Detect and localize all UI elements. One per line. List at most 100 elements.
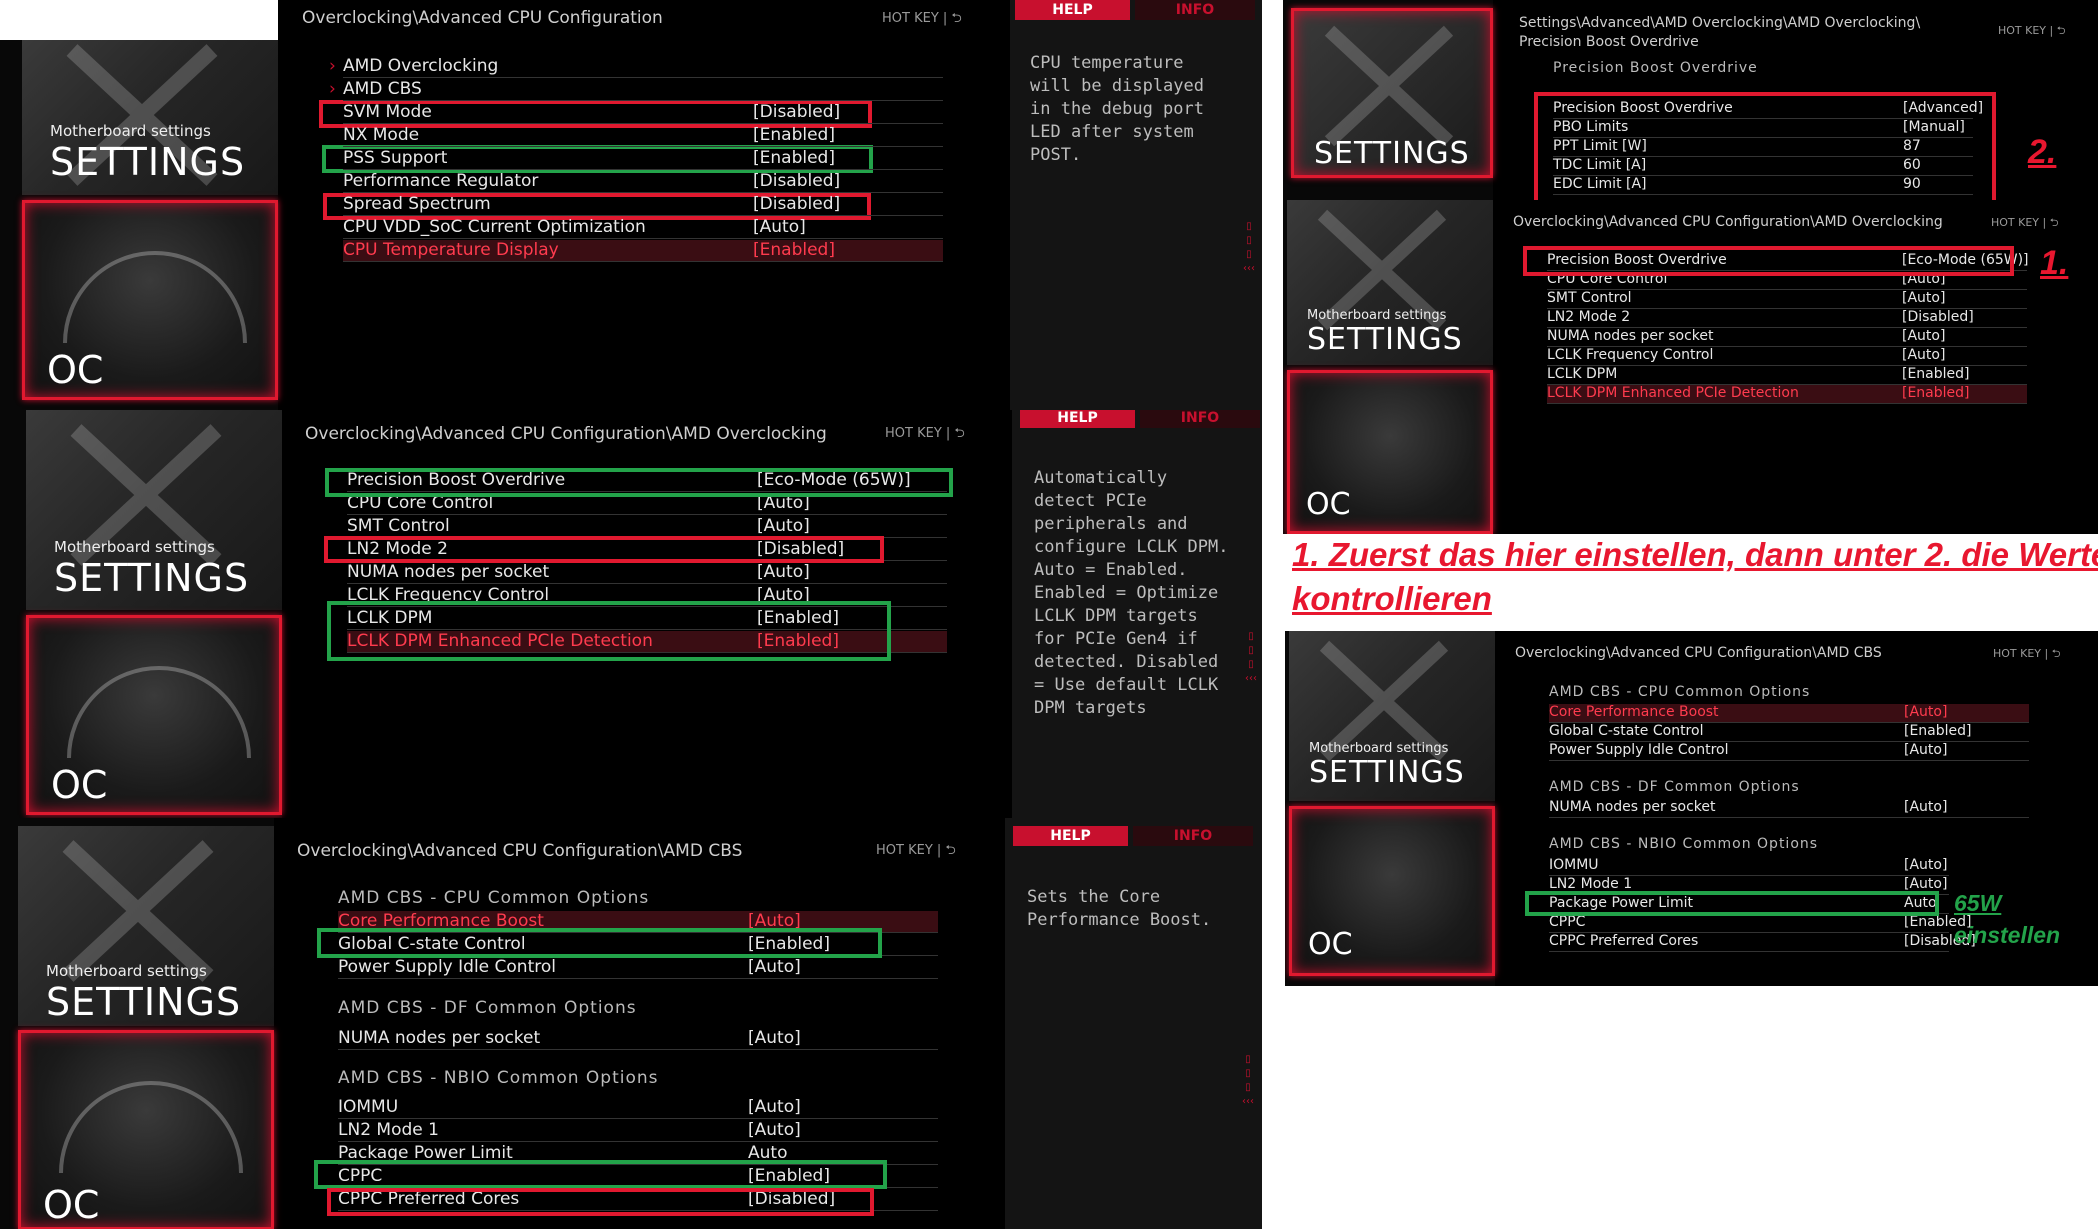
- setting-name: SVM Mode: [343, 102, 432, 122]
- setting-row[interactable]: Spread Spectrum [Disabled]: [343, 194, 943, 216]
- setting-row[interactable]: CPPC [Enabled]: [1549, 914, 1972, 933]
- setting-name: LN2 Mode 2: [1547, 309, 1631, 325]
- settings-tile[interactable]: SETTINGS: [1291, 8, 1493, 178]
- hotkey-bar[interactable]: HOT KEY | ⮌: [885, 424, 965, 446]
- label-2: 2.: [2028, 133, 2057, 171]
- oc-tile[interactable]: OC: [1289, 806, 1495, 976]
- setting-value: [Auto]: [748, 1120, 801, 1140]
- settings-tile[interactable]: Motherboard settings SETTINGS: [22, 40, 278, 195]
- setting-row[interactable]: IOMMU [Auto]: [1549, 857, 1949, 876]
- setting-row[interactable]: CPU VDD_SoC Current Optimization [Auto]: [343, 217, 943, 239]
- setting-value: [Disabled]: [753, 102, 841, 122]
- setting-row[interactable]: LCLK Frequency Control [Auto]: [1547, 347, 2027, 366]
- label-1: 1.: [2040, 244, 2069, 282]
- setting-row[interactable]: NX Mode [Enabled]: [343, 125, 943, 147]
- settings-tile[interactable]: Motherboard settings SETTINGS: [18, 826, 274, 1026]
- group-df-common: AMD CBS - DF Common Options: [1549, 779, 1800, 795]
- breadcrumb: Settings\Advanced\AMD Overclocking\AMD O…: [1519, 15, 1921, 50]
- hotkey-bar[interactable]: HOT KEY | ⮌: [1993, 645, 2061, 664]
- settings-tile[interactable]: Motherboard settings SETTINGS: [26, 410, 282, 610]
- white-patch: [0, 0, 278, 40]
- setting-row[interactable]: PSS Support [Enabled]: [343, 148, 943, 170]
- bios-panel-amd-overclocking: Motherboard settings SETTINGS OC Overclo…: [0, 410, 1262, 818]
- setting-row[interactable]: NUMA nodes per socket [Auto]: [347, 562, 947, 584]
- setting-name: Power Supply Idle Control: [338, 957, 556, 977]
- scroll-icon[interactable]: ▯ ▯ ▯ ‹‹‹: [1242, 220, 1256, 276]
- setting-row[interactable]: LCLK DPM Enhanced PCIe Detection [Enabled…: [1547, 385, 2027, 404]
- setting-row[interactable]: SVM Mode [Disabled]: [343, 102, 943, 124]
- oc-label: OC: [1306, 487, 1351, 522]
- setting-row[interactable]: CPU Temperature Display [Enabled]: [343, 240, 943, 262]
- help-panel: HELP INFO Sets the Core Performance Boos…: [1005, 818, 1262, 1229]
- setting-value: [Auto]: [1904, 857, 1948, 873]
- settings-label: SETTINGS: [50, 140, 246, 184]
- setting-value: [Auto]: [1902, 290, 1946, 306]
- help-tab[interactable]: HELP: [1013, 826, 1128, 846]
- setting-row[interactable]: IOMMU [Auto]: [338, 1097, 938, 1119]
- setting-row[interactable]: Power Supply Idle Control [Auto]: [1549, 742, 2029, 761]
- setting-row[interactable]: CPPC Preferred Cores [Disabled]: [1549, 933, 1976, 952]
- setting-row[interactable]: SMT Control [Auto]: [347, 516, 947, 538]
- setting-name: Performance Regulator: [343, 171, 539, 191]
- setting-name: AMD CBS: [343, 79, 422, 99]
- setting-value: [Auto]: [757, 562, 810, 582]
- setting-row[interactable]: › AMD CBS: [329, 79, 943, 101]
- hotkey-bar[interactable]: HOT KEY | ⮌: [1991, 214, 2059, 233]
- sidebar: Motherboard settings SETTINGS OC: [1283, 200, 1493, 534]
- setting-name: NUMA nodes per socket: [1549, 799, 1716, 815]
- help-text: CPU temperature will be displayed in the…: [1030, 53, 1204, 165]
- info-tab[interactable]: INFO: [1140, 410, 1260, 428]
- group-cpu-common: AMD CBS - CPU Common Options: [338, 888, 650, 908]
- setting-row[interactable]: Core Performance Boost [Auto]: [1549, 704, 2029, 723]
- scroll-icon[interactable]: ▯ ▯ ▯ ‹‹‹: [1244, 630, 1258, 686]
- highlight-cppc-preferred: [327, 1188, 874, 1216]
- setting-row[interactable]: Global C-state Control [Enabled]: [1549, 723, 2029, 742]
- setting-name: PSS Support: [343, 148, 448, 168]
- scroll-icon[interactable]: ▯ ▯ ▯ ‹‹‹: [1241, 1053, 1255, 1109]
- highlight-lclk: [327, 601, 891, 661]
- setting-row[interactable]: LCLK DPM [Enabled]: [1547, 366, 2027, 385]
- settings-tile[interactable]: Motherboard settings SETTINGS: [1289, 631, 1495, 801]
- hotkey-bar[interactable]: HOT KEY | ⮌: [1998, 22, 2066, 41]
- setting-value: [Disabled]: [753, 194, 841, 214]
- setting-name: LCLK Frequency Control: [1547, 347, 1714, 363]
- sidebar: SETTINGS: [1283, 0, 1493, 200]
- breadcrumb: Overclocking\Advanced CPU Configuration\…: [305, 424, 827, 444]
- oc-label: OC: [1308, 927, 1353, 962]
- setting-row[interactable]: NUMA nodes per socket [Auto]: [338, 1028, 938, 1050]
- settings-label: SETTINGS: [54, 556, 250, 600]
- hotkey-bar[interactable]: HOT KEY | ⮌: [882, 9, 962, 31]
- setting-row[interactable]: › AMD Overclocking: [329, 56, 943, 78]
- note-einstellen: einstellen: [1954, 922, 2061, 948]
- oc-tile[interactable]: OC: [1287, 370, 1493, 534]
- info-tab[interactable]: INFO: [1133, 826, 1253, 846]
- motherboard-settings-label: Motherboard settings: [46, 962, 207, 980]
- tools-icon: [1324, 25, 1454, 147]
- setting-row[interactable]: LN2 Mode 1 [Auto]: [338, 1120, 938, 1142]
- setting-row[interactable]: Power Supply Idle Control [Auto]: [338, 957, 938, 979]
- setting-value: [Disabled]: [753, 171, 841, 191]
- setting-row[interactable]: NUMA nodes per socket [Auto]: [1547, 328, 2027, 347]
- settings-tile[interactable]: Motherboard settings SETTINGS: [1287, 200, 1493, 365]
- oc-tile[interactable]: OC: [26, 615, 282, 815]
- setting-name: IOMMU: [338, 1097, 399, 1117]
- hotkey-bar[interactable]: HOT KEY | ⮌: [876, 841, 956, 863]
- setting-name: Power Supply Idle Control: [1549, 742, 1729, 758]
- oc-tile[interactable]: OC: [22, 200, 278, 400]
- help-tab[interactable]: HELP: [1015, 0, 1130, 20]
- help-tab[interactable]: HELP: [1020, 410, 1135, 428]
- setting-value: [Auto]: [748, 1097, 801, 1117]
- setting-row[interactable]: SMT Control [Auto]: [1547, 290, 2027, 309]
- setting-row[interactable]: Performance Regulator [Disabled]: [343, 171, 943, 193]
- setting-value: [Enabled]: [1902, 366, 1970, 382]
- info-tab[interactable]: INFO: [1135, 0, 1255, 20]
- oc-tile[interactable]: OC: [18, 1030, 274, 1229]
- breadcrumb: Overclocking\Advanced CPU Configuration\…: [1515, 645, 1882, 661]
- group-nbio-common: AMD CBS - NBIO Common Options: [1549, 836, 1819, 852]
- setting-name: Core Performance Boost: [1549, 704, 1719, 720]
- setting-value: [Disabled]: [1902, 309, 1974, 325]
- sidebar: Motherboard settings SETTINGS OC: [0, 410, 282, 818]
- note-65w: 65W: [1954, 890, 2002, 916]
- setting-row[interactable]: NUMA nodes per socket [Auto]: [1549, 799, 2029, 818]
- setting-row[interactable]: LN2 Mode 2 [Disabled]: [1547, 309, 2027, 328]
